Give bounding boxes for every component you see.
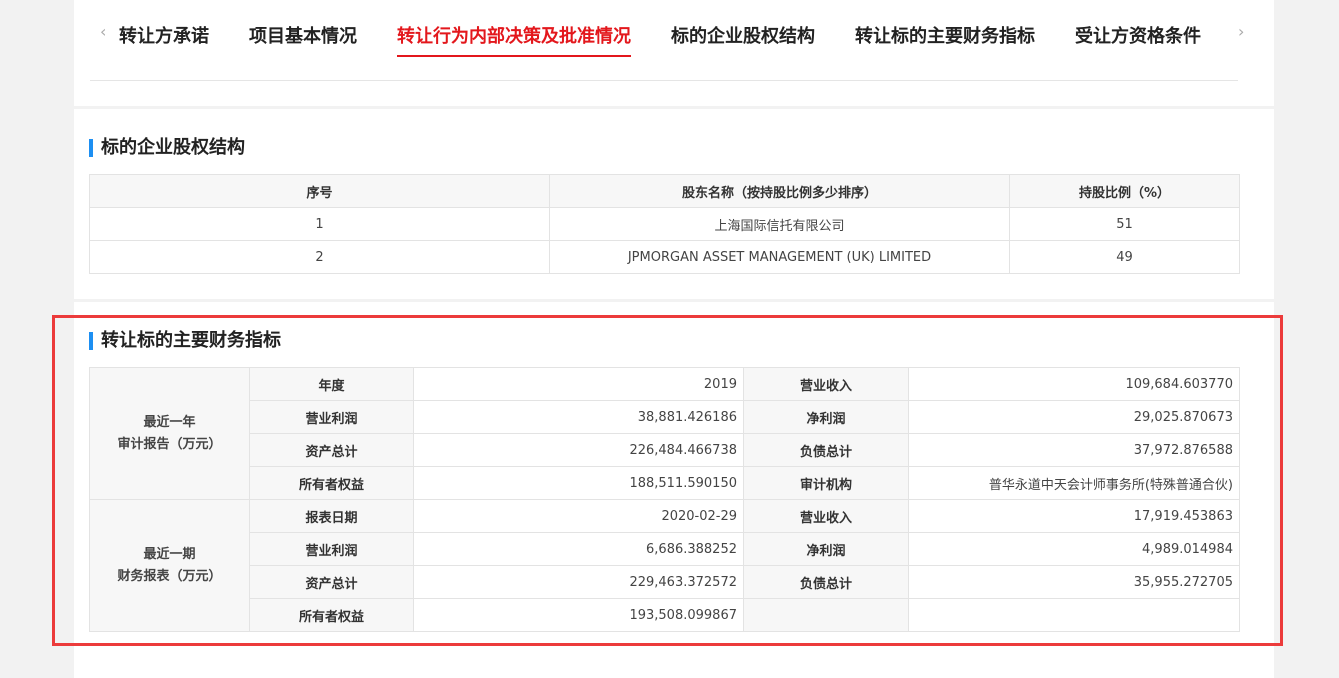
financial-section: 转让标的主要财务指标 最近一年 审计报告（万元） 年度 2019 营业收入 10… bbox=[74, 302, 1274, 678]
field-label: 负债总计 bbox=[743, 433, 909, 467]
section-title-financials: 转让标的主要财务指标 bbox=[89, 331, 281, 351]
table-row: 2 JPMORGAN ASSET MANAGEMENT (UK) LIMITED… bbox=[89, 240, 1240, 274]
table-cell: 51 bbox=[1009, 207, 1240, 241]
section-title-equity: 标的企业股权结构 bbox=[89, 138, 245, 158]
table-row: 营业利润 38,881.426186 净利润 29,025.870673 bbox=[90, 400, 1240, 434]
field-label: 资产总计 bbox=[249, 433, 414, 467]
field-label: 营业收入 bbox=[743, 499, 909, 533]
field-value: 6,686.388252 bbox=[413, 532, 744, 566]
field-value: 38,881.426186 bbox=[413, 400, 744, 434]
field-value: 普华永道中天会计师事务所(特殊普通合伙) bbox=[908, 466, 1240, 500]
field-value: 29,025.870673 bbox=[908, 400, 1240, 434]
chevron-right-icon[interactable]: › bbox=[1238, 22, 1244, 41]
table-cell: 2 bbox=[89, 240, 550, 274]
field-value: 2020-02-29 bbox=[413, 499, 744, 533]
chevron-left-icon[interactable]: ‹ bbox=[100, 22, 106, 41]
field-label: 净利润 bbox=[743, 400, 909, 434]
equity-table: 序号 股东名称（按持股比例多少排序） 持股比例（%） 1 上海国际信托有限公司 … bbox=[89, 174, 1240, 274]
group-label-latest: 最近一期 财务报表（万元） bbox=[89, 499, 250, 632]
table-row: 所有者权益 193,508.099867 bbox=[90, 598, 1240, 632]
table-cell: 49 bbox=[1009, 240, 1240, 274]
table-row: 资产总计 229,463.372572 负债总计 35,955.272705 bbox=[90, 565, 1240, 599]
field-label: 负债总计 bbox=[743, 565, 909, 599]
equity-section: 标的企业股权结构 序号 股东名称（按持股比例多少排序） 持股比例（%） 1 上海… bbox=[74, 109, 1274, 299]
field-value: 35,955.272705 bbox=[908, 565, 1240, 599]
field-label: 所有者权益 bbox=[249, 466, 414, 500]
tab-equity-structure[interactable]: 标的企业股权结构 bbox=[671, 22, 815, 57]
table-row: 最近一期 财务报表（万元） 报表日期 2020-02-29 营业收入 17,91… bbox=[89, 499, 1240, 632]
table-row: 1 上海国际信托有限公司 51 bbox=[89, 207, 1240, 241]
tab-transferee-qualification[interactable]: 受让方资格条件 bbox=[1075, 22, 1201, 57]
field-label: 年度 bbox=[249, 367, 414, 401]
field-label: 净利润 bbox=[743, 532, 909, 566]
field-value: 188,511.590150 bbox=[413, 466, 744, 500]
field-label: 营业利润 bbox=[249, 400, 414, 434]
table-cell: JPMORGAN ASSET MANAGEMENT (UK) LIMITED bbox=[549, 240, 1010, 274]
table-cell: 1 bbox=[89, 207, 550, 241]
table-row: 营业利润 6,686.388252 净利润 4,989.014984 bbox=[90, 532, 1240, 566]
table-row: 资产总计 226,484.466738 负债总计 37,972.876588 bbox=[90, 433, 1240, 467]
field-value: 226,484.466738 bbox=[413, 433, 744, 467]
field-label: 报表日期 bbox=[249, 499, 414, 533]
field-value: 17,919.453863 bbox=[908, 499, 1240, 533]
financial-table: 最近一年 审计报告（万元） 年度 2019 营业收入 109,684.60377… bbox=[89, 367, 1240, 632]
tab-panel: ‹ 转让方承诺 项目基本情况 转让行为内部决策及批准情况 标的企业股权结构 转让… bbox=[74, 0, 1274, 106]
group-label-annual: 最近一年 审计报告（万元） bbox=[89, 367, 250, 500]
tab-internal-decision[interactable]: 转让行为内部决策及批准情况 bbox=[397, 22, 631, 57]
field-value: 2019 bbox=[413, 367, 744, 401]
field-value: 4,989.014984 bbox=[908, 532, 1240, 566]
field-label: 所有者权益 bbox=[249, 598, 414, 632]
field-label: 审计机构 bbox=[743, 466, 909, 500]
field-label: 营业利润 bbox=[249, 532, 414, 566]
field-value: 37,972.876588 bbox=[908, 433, 1240, 467]
field-value: 193,508.099867 bbox=[413, 598, 744, 632]
tab-project-basics[interactable]: 项目基本情况 bbox=[249, 22, 357, 57]
field-value bbox=[908, 598, 1240, 632]
field-label bbox=[743, 598, 909, 632]
column-header: 股东名称（按持股比例多少排序） bbox=[549, 174, 1010, 208]
field-value: 229,463.372572 bbox=[413, 565, 744, 599]
field-label: 资产总计 bbox=[249, 565, 414, 599]
table-row: 所有者权益 188,511.590150 审计机构 普华永道中天会计师事务所(特… bbox=[90, 466, 1240, 500]
table-header-row: 序号 股东名称（按持股比例多少排序） 持股比例（%） bbox=[89, 174, 1240, 208]
tab-transferor-commitment[interactable]: 转让方承诺 bbox=[119, 22, 209, 57]
tab-bar: ‹ 转让方承诺 项目基本情况 转让行为内部决策及批准情况 标的企业股权结构 转让… bbox=[90, 0, 1244, 81]
column-header: 持股比例（%） bbox=[1009, 174, 1240, 208]
column-header: 序号 bbox=[89, 174, 550, 208]
table-row: 最近一年 审计报告（万元） 年度 2019 营业收入 109,684.60377… bbox=[89, 367, 1240, 500]
field-label: 营业收入 bbox=[743, 367, 909, 401]
tab-financial-indicators[interactable]: 转让标的主要财务指标 bbox=[855, 22, 1035, 57]
field-value: 109,684.603770 bbox=[908, 367, 1240, 401]
table-cell: 上海国际信托有限公司 bbox=[549, 207, 1010, 241]
